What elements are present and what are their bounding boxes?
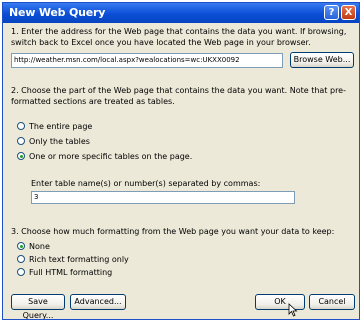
radio-button-selected[interactable] [17, 152, 25, 160]
radio-label: None [29, 242, 50, 251]
help-icon[interactable]: ? [324, 5, 339, 20]
radio-label: The entire page [29, 122, 93, 131]
step2-instruction: 2. Choose the part of the Web page that … [11, 86, 346, 106]
dialog-title: New Web Query [9, 6, 106, 19]
step1-instruction: 1. Enter the address for the Web page th… [11, 27, 347, 47]
radio-button[interactable] [17, 268, 25, 276]
radio-label: Only the tables [29, 137, 90, 146]
cancel-button[interactable]: Cancel [309, 294, 355, 310]
close-icon[interactable]: X [341, 5, 356, 20]
radio-button[interactable] [17, 122, 25, 130]
tables-field-label: Enter table name(s) or number(s) separat… [31, 179, 261, 188]
radio-button[interactable] [17, 255, 25, 263]
mouse-pointer-icon [288, 303, 298, 317]
radio-label: Full HTML formatting [29, 268, 113, 277]
radio-label: One or more specific tables on the page. [29, 152, 193, 161]
tables-input[interactable]: 3 [31, 191, 295, 204]
radio-button-selected[interactable] [17, 242, 25, 250]
browse-web-button[interactable]: Browse Web... [290, 52, 354, 68]
step3-instruction: 3. Choose how much formatting from the W… [11, 227, 335, 236]
advanced-button[interactable]: Advanced... [70, 294, 126, 310]
address-input[interactable]: http://weather.msn.com/local.aspx?wealoc… [11, 53, 283, 68]
new-web-query-dialog: New Web Query ? X 1. Enter the address f… [2, 2, 360, 320]
radio-button[interactable] [17, 137, 25, 145]
title-bar[interactable]: New Web Query ? X [3, 3, 359, 23]
radio-label: Rich text formatting only [29, 255, 129, 264]
save-query-button[interactable]: Save Query... [11, 294, 65, 319]
